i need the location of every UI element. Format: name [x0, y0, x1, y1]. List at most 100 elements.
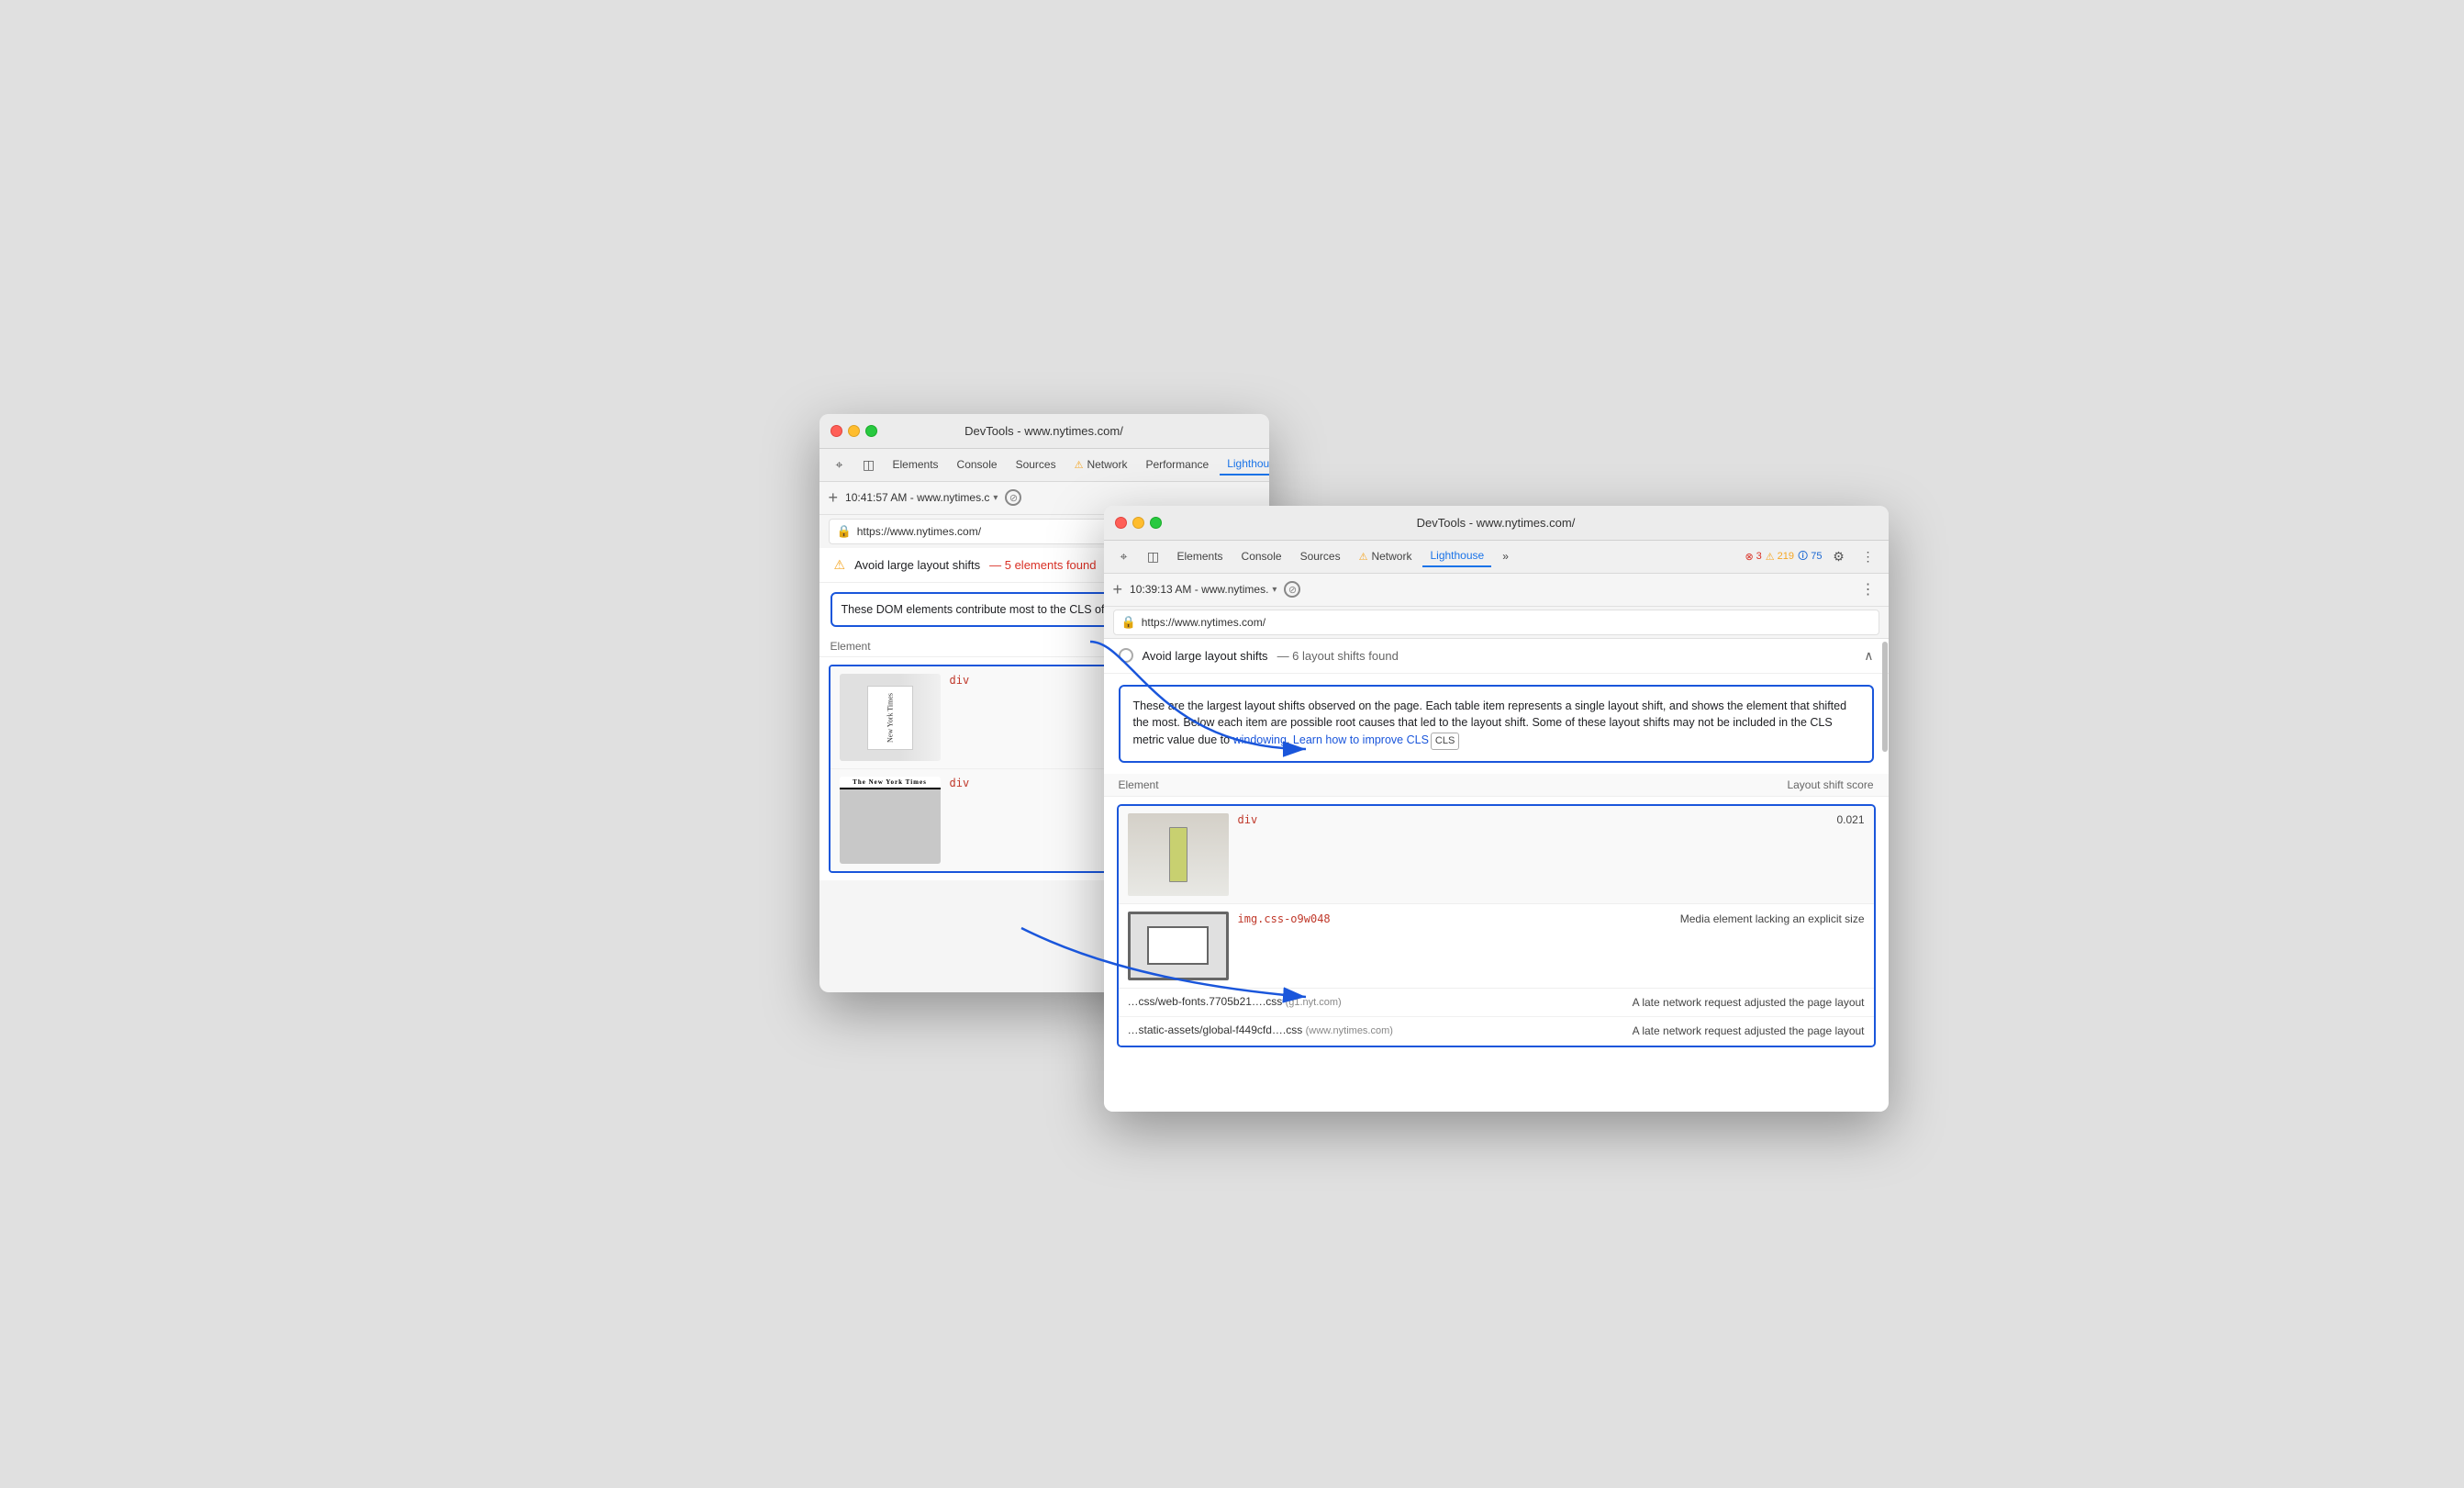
windowing-link[interactable]: windowing: [1233, 733, 1287, 746]
front-settings-icon[interactable]: ⚙: [1826, 543, 1852, 569]
front-audit-collapse-icon[interactable]: ∧: [1864, 648, 1873, 664]
front-dropdown-icon[interactable]: ▾: [1272, 585, 1277, 595]
front-no-entry-icon[interactable]: ⊘: [1284, 581, 1300, 598]
front-audit-header: Avoid large layout shifts — 6 layout shi…: [1104, 639, 1889, 674]
front-sub-info: img.css-o9w048: [1238, 912, 1671, 925]
front-urlbar: 🔒 https://www.nytimes.com/: [1113, 610, 1879, 635]
front-time-url: 10:39:13 AM - www.nytimes. ▾: [1130, 583, 1277, 596]
front-row-1-score: 0.021: [1836, 813, 1864, 826]
tab-elements-back[interactable]: Elements: [886, 454, 946, 475]
front-tab-network[interactable]: ⚠ Network: [1352, 546, 1420, 566]
front-thumb-1: [1128, 813, 1229, 896]
front-row-1-tag: div: [1238, 813, 1258, 826]
back-row-2-tag: div: [950, 777, 970, 789]
back-audit-count: — 5 elements found: [989, 558, 1096, 572]
tab-sources-back[interactable]: Sources: [1009, 454, 1064, 475]
front-resource-row-1: …css/web-fonts.7705b21….css (g1.nyt.com)…: [1119, 989, 1874, 1018]
front-col-score: Layout shift score: [1787, 778, 1873, 791]
scene: DevTools - www.nytimes.com/ ⌖ ◫ Elements…: [819, 414, 1645, 1075]
front-content: Avoid large layout shifts — 6 layout shi…: [1104, 639, 1889, 1112]
front-element-block: div 0.021 img.css-o9w048 Media element l…: [1117, 804, 1876, 1048]
back-toolbar: ⌖ ◫ Elements Console Sources ⚠ Network P…: [819, 449, 1269, 482]
front-close-button[interactable]: [1115, 517, 1127, 529]
front-resource-url-text-1: …css/web-fonts.7705b21….css: [1128, 995, 1283, 1008]
tab-lighthouse-back[interactable]: Lighthouse: [1220, 453, 1268, 475]
back-traffic-lights: [831, 425, 877, 437]
back-thumb-1: New York Times: [840, 674, 941, 761]
network-tab-label: Network: [1087, 458, 1127, 471]
new-tab-button-back[interactable]: +: [829, 489, 839, 506]
back-audit-warn-icon: ⚠: [834, 557, 846, 573]
front-audit-title: Avoid large layout shifts: [1143, 649, 1268, 663]
back-audit-title: Avoid large layout shifts: [854, 558, 980, 572]
front-tab-more[interactable]: »: [1495, 546, 1516, 566]
front-maximize-button[interactable]: [1150, 517, 1162, 529]
front-info-text-dot: .: [1287, 733, 1293, 746]
back-time: 10:41:57 AM - www.nytimes.c: [845, 491, 989, 504]
front-audit-count: — 6 layout shifts found: [1277, 649, 1399, 663]
front-audit-circle-icon: [1119, 648, 1133, 663]
cls-badge: CLS: [1431, 733, 1459, 750]
front-info-badge: 🛈 75: [1798, 548, 1822, 565]
front-resource-domain-1: (g1.nyt.com): [1286, 997, 1342, 1008]
front-more-icon[interactable]: ⋮: [1856, 543, 1881, 569]
front-scrollbar-thumb[interactable]: [1882, 642, 1888, 752]
front-url-row: 🔒 https://www.nytimes.com/: [1104, 607, 1889, 639]
front-window-title: DevTools - www.nytimes.com/: [1417, 516, 1576, 530]
maximize-button[interactable]: [865, 425, 877, 437]
minimize-button[interactable]: [848, 425, 860, 437]
front-lock-icon: 🔒: [1121, 615, 1136, 630]
front-resource-desc-1: A late network request adjusted the page…: [1633, 995, 1865, 1011]
front-network-warn-icon: ⚠: [1359, 551, 1368, 563]
front-sub-row-1: img.css-o9w048 Media element lacking an …: [1119, 904, 1874, 989]
front-col-element: Element: [1119, 778, 1159, 791]
tab-console-back[interactable]: Console: [950, 454, 1005, 475]
front-tab-console[interactable]: Console: [1234, 546, 1289, 566]
back-thumb-hp-body: [840, 789, 941, 864]
front-titlebar: DevTools - www.nytimes.com/: [1104, 506, 1889, 541]
tab-performance-back[interactable]: Performance: [1138, 454, 1216, 475]
front-device-icon[interactable]: ◫: [1141, 543, 1166, 569]
front-network-label: Network: [1371, 550, 1411, 563]
front-tab-elements[interactable]: Elements: [1170, 546, 1231, 566]
front-table-headers: Element Layout shift score: [1104, 774, 1889, 797]
front-minimize-button[interactable]: [1132, 517, 1144, 529]
back-thumb-hp-header: The New York Times: [840, 777, 941, 789]
front-devtools-window: DevTools - www.nytimes.com/ ⌖ ◫ Elements…: [1104, 506, 1889, 1112]
back-thumb-2: The New York Times: [840, 777, 941, 864]
front-resource-row-2: …static-assets/global-f449cfd….css (www.…: [1119, 1017, 1874, 1046]
front-resource-url-text-2: …static-assets/global-f449cfd….css: [1128, 1024, 1303, 1036]
front-new-tab-button[interactable]: +: [1113, 581, 1123, 598]
back-titlebar: DevTools - www.nytimes.com/: [819, 414, 1269, 449]
tab-network-back[interactable]: ⚠ Network: [1067, 454, 1135, 475]
front-scrollbar[interactable]: [1881, 639, 1889, 1112]
back-row-1-tag: div: [950, 674, 970, 687]
front-tab-sources[interactable]: Sources: [1293, 546, 1348, 566]
back-dropdown-icon[interactable]: ▾: [993, 493, 998, 503]
inspect-icon[interactable]: ⌖: [827, 452, 853, 477]
front-resource-domain-2: (www.nytimes.com): [1306, 1025, 1393, 1036]
front-traffic-lights: [1115, 517, 1162, 529]
front-info-box: These are the largest layout shifts obse…: [1119, 685, 1874, 763]
front-row-1: div 0.021: [1119, 806, 1874, 904]
network-warn-icon: ⚠: [1075, 459, 1084, 471]
back-no-entry-icon[interactable]: ⊘: [1005, 489, 1021, 506]
back-url: https://www.nytimes.com/: [857, 525, 981, 538]
front-resource-url-2: …static-assets/global-f449cfd….css (www.…: [1128, 1024, 1393, 1039]
improve-cls-link[interactable]: Learn how to improve CLS: [1293, 733, 1429, 746]
device-icon[interactable]: ◫: [856, 452, 882, 477]
back-thumb-nyt-logo: New York Times: [867, 686, 913, 750]
front-addressbar: + 10:39:13 AM - www.nytimes. ▾ ⊘ ⋮: [1104, 574, 1889, 607]
front-tab-lighthouse[interactable]: Lighthouse: [1422, 545, 1491, 567]
front-toolbar: ⌖ ◫ Elements Console Sources ⚠ Network L…: [1104, 541, 1889, 574]
front-inspect-icon[interactable]: ⌖: [1111, 543, 1137, 569]
front-url: https://www.nytimes.com/: [1142, 616, 1265, 629]
front-sub-thumb: [1128, 912, 1229, 980]
front-three-dots[interactable]: ⋮: [1857, 580, 1879, 599]
front-resource-url-1: …css/web-fonts.7705b21….css (g1.nyt.com): [1128, 995, 1342, 1011]
close-button[interactable]: [831, 425, 842, 437]
front-sub-tag: img.css-o9w048: [1238, 912, 1331, 925]
back-time-url: 10:41:57 AM - www.nytimes.c ▾: [845, 491, 998, 504]
front-sub-description: Media element lacking an explicit size: [1680, 912, 1865, 927]
front-time: 10:39:13 AM - www.nytimes.: [1130, 583, 1268, 596]
